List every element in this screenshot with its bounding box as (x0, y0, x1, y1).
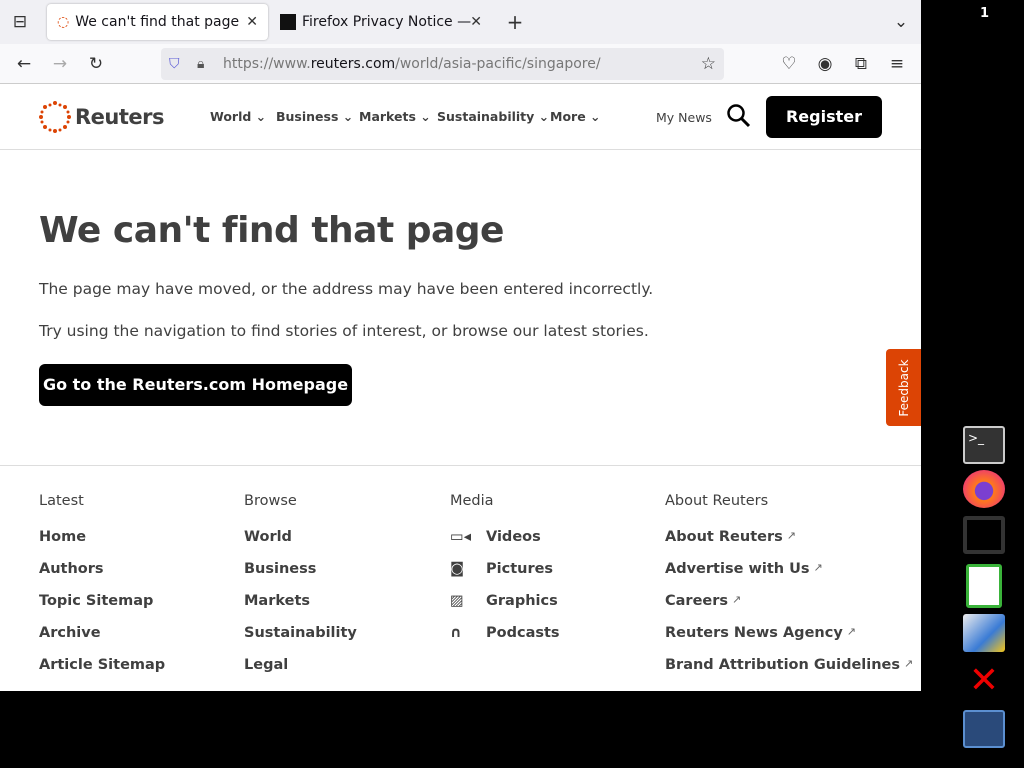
back-icon[interactable]: ← (12, 52, 36, 76)
image-icon: ▨ (450, 593, 464, 609)
footer-link[interactable]: World (244, 529, 357, 561)
external-link-icon: ↗ (732, 593, 742, 606)
footer-link[interactable]: Business (244, 561, 357, 593)
footer-heading: Media (450, 493, 494, 509)
footer-heading: Browse (244, 493, 297, 509)
tab-title: We can't find that page (75, 14, 240, 30)
bookmark-star-icon[interactable]: ☆ (701, 48, 716, 80)
external-link-icon: ↗ (786, 529, 796, 542)
workspace-indicator[interactable]: 1 (980, 6, 989, 21)
calculator-icon[interactable] (963, 710, 1005, 748)
headphones-icon: ∩ (450, 625, 462, 641)
tab-privacy[interactable]: Firefox Privacy Notice — ✕ (270, 4, 492, 40)
footer-link[interactable]: Article Sitemap (39, 657, 165, 689)
close-tab-icon[interactable]: ✕ (470, 14, 482, 30)
error-hint: Try using the navigation to find stories… (39, 322, 649, 340)
footer-link-pictures[interactable]: ◙ Pictures (450, 561, 560, 593)
pdf-viewer-icon[interactable]: ✕ (963, 662, 1005, 700)
nav-more[interactable]: More ⌄ (550, 109, 601, 124)
footer-link[interactable]: Sustainability (244, 625, 357, 657)
account-icon[interactable]: ◉ (813, 52, 837, 76)
tab-bar: ⊟ ◌ We can't find that page ✕ Firefox Pr… (0, 0, 921, 44)
spreadsheet-icon[interactable] (966, 564, 1002, 608)
lock-icon[interactable]: 🔒︎ (197, 48, 204, 80)
page-title: We can't find that page (39, 210, 504, 251)
pocket-icon[interactable]: ♡ (777, 52, 801, 76)
firefox-favicon-icon (280, 14, 296, 30)
footer-link[interactable]: Archive (39, 625, 165, 657)
logo-text: Reuters (75, 105, 165, 129)
footer-link-podcasts[interactable]: ∩ Podcasts (450, 625, 560, 657)
url-bar[interactable]: ⛉ 🔒︎ https://www.reuters.com/world/asia-… (161, 48, 724, 80)
text-editor-icon[interactable] (963, 516, 1005, 554)
my-news-link[interactable]: My News (656, 110, 712, 125)
footer-link-graphics[interactable]: ▨ Graphics (450, 593, 560, 625)
terminal-icon[interactable]: >_ (963, 426, 1005, 464)
error-message: The page may have moved, or the address … (39, 280, 654, 298)
footer-link[interactable]: Markets (244, 593, 357, 625)
footer: Latest Home Authors Topic Sitemap Archiv… (0, 465, 921, 691)
external-link-icon: ↗ (846, 625, 856, 638)
search-icon[interactable] (726, 103, 752, 133)
tab-active[interactable]: ◌ We can't find that page ✕ (47, 4, 268, 40)
footer-link[interactable]: Advertise with Us ↗ (665, 561, 913, 593)
footer-heading: Latest (39, 493, 84, 509)
nav-sustainability[interactable]: Sustainability ⌄ (437, 109, 549, 124)
footer-link[interactable]: Authors (39, 561, 165, 593)
homepage-button[interactable]: Go to the Reuters.com Homepage (39, 364, 352, 406)
nav-world[interactable]: World ⌄ (210, 109, 266, 124)
firefox-icon[interactable] (963, 470, 1005, 508)
footer-link[interactable]: Reuters News Agency ↗ (665, 625, 913, 657)
footer-heading: About Reuters (665, 493, 769, 509)
site-header: Reuters World ⌄ Business ⌄ Markets ⌄ Sus… (0, 85, 921, 150)
reuters-favicon-icon: ◌ (57, 14, 70, 30)
desktop-dock: 1 >_ ✕ (921, 0, 1024, 768)
list-tabs-chevron-icon[interactable]: ⌄ (889, 10, 913, 34)
camera-icon: ◙ (450, 561, 465, 577)
footer-link[interactable]: Home (39, 529, 165, 561)
tab-overview-icon[interactable]: ⊟ (8, 10, 32, 34)
image-viewer-icon[interactable] (963, 614, 1005, 652)
extensions-icon[interactable]: ⧉ (849, 52, 873, 76)
menu-icon[interactable]: ≡ (885, 52, 909, 76)
close-tab-icon[interactable]: ✕ (246, 14, 258, 30)
external-link-icon: ↗ (904, 657, 914, 670)
nav-business[interactable]: Business ⌄ (276, 109, 353, 124)
footer-link[interactable]: Brand Attribution Guidelines ↗ (665, 657, 913, 689)
shield-icon[interactable]: ⛉ (169, 48, 180, 80)
url-path: /world/asia-pacific/singapore/ (395, 56, 601, 72)
register-button[interactable]: Register (766, 96, 882, 138)
tab-title: Firefox Privacy Notice — (302, 14, 472, 30)
reuters-logo-icon (39, 101, 71, 133)
footer-link[interactable]: Topic Sitemap (39, 593, 165, 625)
nav-bar: ← → ↻ ⛉ 🔒︎ https://www.reuters.com/world… (0, 44, 921, 84)
feedback-button[interactable]: Feedback (886, 349, 921, 426)
footer-col-browse: Browse World Business Markets Sustainabi… (244, 493, 357, 689)
forward-icon[interactable]: → (48, 52, 72, 76)
footer-link[interactable]: Careers ↗ (665, 593, 913, 625)
footer-col-media: Media ▭◂ Videos ◙ Pictures ▨ Graphics ∩ Podc… (450, 493, 560, 657)
new-tab-icon[interactable]: + (503, 10, 527, 34)
footer-link[interactable]: Legal (244, 657, 357, 689)
url-domain: reuters.com (310, 56, 396, 72)
external-link-icon: ↗ (813, 561, 823, 574)
reuters-logo[interactable]: Reuters (39, 101, 165, 133)
footer-link[interactable]: About Reuters ↗ (665, 529, 913, 561)
footer-col-latest: Latest Home Authors Topic Sitemap Archiv… (39, 493, 165, 689)
nav-markets[interactable]: Markets ⌄ (359, 109, 431, 124)
reload-icon[interactable]: ↻ (84, 52, 108, 76)
url-prefix: https://www. (223, 56, 311, 72)
footer-col-about: About Reuters About Reuters ↗ Advertise w… (665, 493, 913, 689)
video-icon: ▭◂ (450, 529, 471, 545)
footer-link-videos[interactable]: ▭◂ Videos (450, 529, 560, 561)
browser-window: ⊟ ◌ We can't find that page ✕ Firefox Pr… (0, 0, 921, 691)
